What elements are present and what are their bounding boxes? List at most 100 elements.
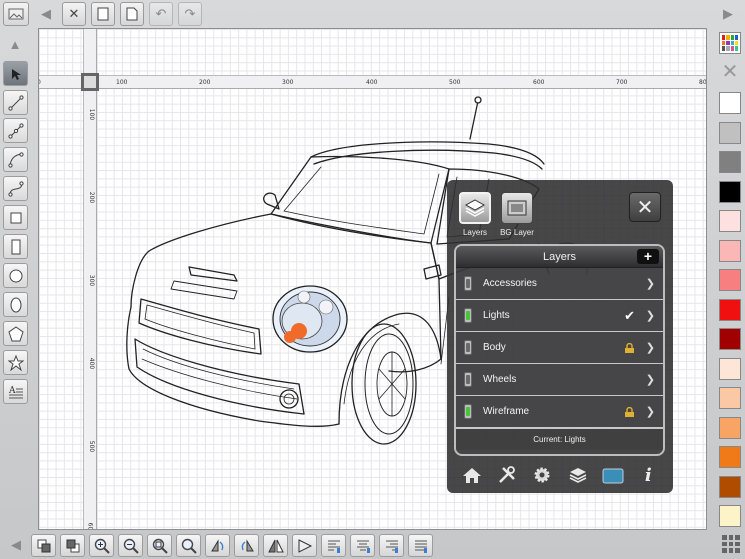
chevron-right-icon: ❯ [645,278,655,290]
add-layer-button[interactable]: + [637,249,659,264]
color-grid-icon[interactable] [719,32,741,54]
bezier-tool-icon[interactable] [3,176,28,201]
visibility-toggle[interactable] [464,340,472,355]
bg-layer-tab[interactable] [501,192,533,224]
layers-tab[interactable] [459,192,491,224]
color-swatch[interactable] [719,239,741,262]
layer-row-accessories[interactable]: Accessories ❯ [456,268,663,300]
chevron-right-icon: ❯ [645,406,655,418]
select-tool-icon[interactable] [3,61,28,86]
visibility-toggle[interactable] [464,372,472,387]
image-icon[interactable] [3,2,29,26]
zoom-out-icon[interactable] [118,534,143,557]
chevron-right-icon: ❯ [645,374,655,386]
layer-name: Lights [483,310,510,321]
chevron-right-icon: ❯ [645,342,655,354]
front-fender [388,242,442,373]
checkmark-icon: ✔ [624,308,635,323]
layer-row-wireframe[interactable]: Wireframe ❯ [456,396,663,428]
line-tool-icon[interactable] [3,90,28,115]
copy-icon[interactable] [91,2,115,26]
ellipse-tool-icon[interactable] [3,292,28,317]
align-left-icon[interactable] [321,534,346,557]
flip-horizontal-icon[interactable] [263,534,288,557]
color-swatch[interactable] [719,387,741,409]
headlight [272,285,348,353]
layer-name: Wheels [483,374,517,385]
folder-icon[interactable] [602,464,624,486]
color-swatch[interactable] [719,475,741,498]
tab-label-bg-layer: BG Layer [500,228,534,237]
close-document-icon[interactable]: ✕ [62,2,86,26]
tools-icon[interactable] [496,464,518,486]
send-backward-icon[interactable] [60,534,85,557]
layers-icon [464,199,486,217]
bring-forward-icon[interactable] [31,534,56,557]
align-right-icon[interactable] [379,534,404,557]
layer-name: Wireframe [483,406,530,417]
antenna [469,100,479,140]
layers-header: Layers + [456,246,663,268]
color-swatch[interactable] [719,121,741,144]
grid-view-icon[interactable] [722,535,740,553]
color-swatch[interactable] [719,357,741,380]
lock-icon[interactable] [624,407,635,417]
home-icon[interactable] [461,464,483,486]
visibility-toggle[interactable] [464,276,472,291]
star-tool-icon[interactable] [3,350,28,375]
chevron-right-icon: ❯ [645,310,655,322]
color-swatch[interactable] [719,210,741,232]
layer-name: Accessories [483,278,537,289]
layer-row-wheels[interactable]: Wheels ❯ [456,364,663,396]
pentagon-tool-icon[interactable] [3,321,28,346]
info-icon[interactable]: i [637,464,659,486]
color-swatch[interactable] [719,505,741,527]
flip-vertical-icon[interactable] [292,534,317,557]
color-swatch[interactable] [719,298,741,321]
forward-arrow-icon[interactable]: ▶ [716,2,740,26]
up-arrow-icon[interactable]: ▲ [3,32,27,56]
close-panel-button[interactable]: ✕ [629,192,661,222]
color-swatch[interactable] [719,92,741,114]
roof [310,141,545,165]
layers-panel: Layers BG Layer ✕ Layers + Accessories ❯… [447,180,673,493]
zoom-actual-icon[interactable] [176,534,201,557]
antenna-tip [474,96,482,104]
no-color-icon[interactable]: ✕ [719,61,741,83]
page-icon[interactable] [120,2,144,26]
gear-icon[interactable] [531,464,553,486]
text-tool-icon[interactable]: A [3,379,28,404]
visibility-toggle[interactable] [464,308,472,323]
color-swatch[interactable] [719,151,741,173]
visibility-toggle[interactable] [464,404,472,419]
top-toolbar: ◀ ✕ ↶ ↷ ▶ [0,0,745,28]
zoom-in-icon[interactable] [89,534,114,557]
redo-icon[interactable]: ↷ [178,2,202,26]
back-arrow-icon[interactable]: ◀ [34,2,58,26]
lower-intake [134,338,305,415]
color-swatch[interactable] [719,269,741,291]
color-swatch[interactable] [719,446,741,468]
undo-icon[interactable]: ↶ [149,2,173,26]
rectangle-tool-icon[interactable] [3,205,28,230]
zoom-fit-icon[interactable] [147,534,172,557]
color-swatch[interactable] [719,328,741,350]
color-swatch[interactable] [719,180,741,203]
align-center-icon[interactable] [350,534,375,557]
layers-stack-icon[interactable] [567,464,589,486]
rotate-right-icon[interactable] [234,534,259,557]
layer-row-body[interactable]: Body ❯ [456,332,663,364]
color-swatch[interactable] [719,416,741,439]
hood [130,213,272,308]
layer-row-lights[interactable]: Lights ✔ ❯ [456,300,663,332]
layer-name: Body [483,342,506,353]
lock-icon[interactable] [624,343,635,353]
rotate-left-icon[interactable] [205,534,230,557]
left-arrow-icon[interactable]: ◀ [4,533,28,557]
tall-rectangle-tool-icon[interactable] [3,234,28,259]
curve-tool-icon[interactable] [3,147,28,172]
align-justify-icon[interactable] [408,534,433,557]
circle-tool-icon[interactable] [3,263,28,288]
layers-list: Layers + Accessories ❯ Lights ✔ ❯ Body ❯… [454,244,665,456]
polyline-tool-icon[interactable] [3,118,28,143]
